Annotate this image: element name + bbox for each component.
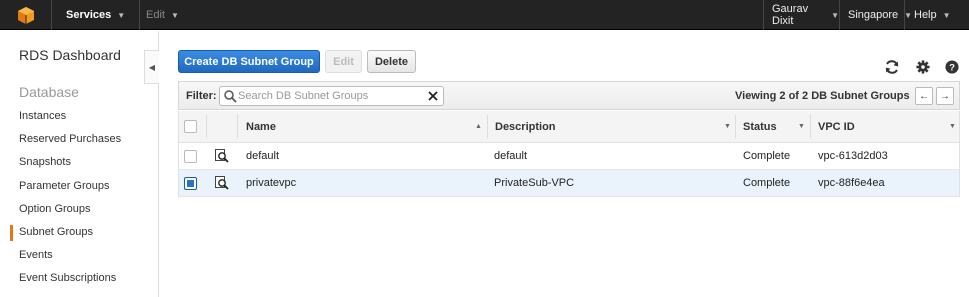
- filter-label: Filter:: [186, 90, 217, 102]
- row-checkbox[interactable]: [184, 176, 197, 190]
- user-label: Gaurav Dixit: [772, 3, 809, 27]
- search-icon: [224, 90, 237, 103]
- sidebar-section-heading: Database: [19, 84, 79, 100]
- sidebar-collapse-toggle[interactable]: ◀: [144, 50, 159, 84]
- column-divider: [237, 115, 238, 138]
- column-divider: [810, 115, 811, 138]
- user-menu[interactable]: Gaurav Dixit ▼: [763, 0, 839, 30]
- cell-description: PrivateSub-VPC: [494, 177, 575, 189]
- help-label: Help: [914, 9, 937, 21]
- region-label: Singapore: [848, 9, 899, 21]
- sidebar-item-event-subscriptions[interactable]: Event Subscriptions: [0, 267, 159, 290]
- cell-status: Complete: [743, 177, 791, 189]
- row-checkbox-cell: [184, 170, 197, 196]
- column-divider: [206, 115, 207, 138]
- sidebar-item-reserved-purchases[interactable]: Reserved Purchases: [0, 128, 159, 151]
- chevron-down-icon[interactable]: ▼: [949, 123, 956, 130]
- cell-status: Complete: [743, 150, 791, 162]
- chevron-down-icon: ▼: [117, 10, 126, 20]
- arrow-right-icon: →: [940, 90, 950, 102]
- services-label: Services: [66, 9, 112, 21]
- edit-menu-label: Edit: [146, 9, 165, 21]
- close-icon[interactable]: [426, 89, 440, 103]
- sidebar-items: Instances Reserved Purchases Snapshots P…: [0, 105, 159, 291]
- next-page-button[interactable]: →: [936, 87, 954, 105]
- sidebar-item-events[interactable]: Events: [0, 244, 159, 267]
- delete-button[interactable]: Delete: [367, 50, 416, 73]
- cell-vpc-id: vpc-88f6e4ea: [818, 177, 885, 189]
- services-menu[interactable]: Services ▼: [52, 0, 140, 30]
- sidebar: RDS Dashboard Database Instances Reserve…: [0, 31, 159, 297]
- table-header: Name ▲ Description ▼ Status ▼ VPC ID ▼: [178, 111, 960, 143]
- sidebar-item-parameter-groups[interactable]: Parameter Groups: [0, 175, 159, 198]
- magnifier-details-icon[interactable]: [215, 176, 229, 190]
- cell-description: default: [494, 150, 528, 162]
- search-box: [219, 86, 444, 106]
- previous-page-button[interactable]: ←: [915, 87, 933, 105]
- chevron-left-icon: ◀: [148, 62, 156, 72]
- refresh-icon[interactable]: [884, 59, 900, 75]
- edit-menu[interactable]: Edit ▼: [140, 0, 179, 30]
- column-divider: [487, 115, 488, 138]
- cell-name: default: [246, 150, 280, 162]
- sidebar-item-instances[interactable]: Instances: [0, 105, 159, 128]
- column-header-vpc-id[interactable]: VPC ID: [818, 111, 855, 142]
- chevron-down-icon: ▼: [831, 10, 839, 20]
- aws-cube-icon: [17, 7, 34, 24]
- row-checkbox[interactable]: [184, 149, 197, 163]
- help-menu[interactable]: Help ▼: [904, 0, 969, 30]
- chevron-down-icon: ▼: [170, 10, 179, 20]
- row-details-cell: [215, 170, 229, 196]
- sidebar-item-subnet-groups[interactable]: Subnet Groups: [0, 221, 159, 244]
- help-icon[interactable]: ?: [944, 59, 960, 75]
- gear-icon[interactable]: [915, 59, 931, 75]
- magnifier-details-icon[interactable]: [215, 149, 229, 163]
- viewing-count-text: Viewing 2 of 2 DB Subnet Groups: [735, 90, 910, 102]
- aws-logo[interactable]: [0, 0, 52, 30]
- column-header-status[interactable]: Status: [743, 111, 777, 142]
- create-db-subnet-group-button[interactable]: Create DB Subnet Group: [178, 50, 320, 73]
- sidebar-item-snapshots[interactable]: Snapshots: [0, 151, 159, 174]
- row-checkbox-cell: [184, 143, 197, 169]
- sort-ascending-icon[interactable]: ▲: [475, 123, 482, 130]
- arrow-left-icon: ←: [919, 90, 929, 102]
- table-row[interactable]: privatevpc PrivateSub-VPC Complete vpc-8…: [178, 170, 960, 197]
- cell-vpc-id: vpc-613d2d03: [818, 150, 888, 162]
- edit-button[interactable]: Edit: [325, 50, 362, 73]
- chevron-down-icon[interactable]: ▼: [724, 123, 731, 130]
- select-all-checkbox[interactable]: [184, 120, 197, 133]
- top-navigation-bar: Services ▼ Edit ▼ Gaurav Dixit ▼ Singapo…: [0, 0, 969, 30]
- chevron-down-icon: ▼: [942, 10, 951, 20]
- search-input[interactable]: [238, 89, 418, 103]
- column-header-description[interactable]: Description: [495, 111, 556, 142]
- filter-bar: Filter: Viewing 2 of 2 DB Subnet Groups …: [178, 81, 960, 110]
- chevron-down-icon[interactable]: ▼: [798, 123, 805, 130]
- row-details-cell: [215, 143, 229, 169]
- sidebar-dashboard-link[interactable]: RDS Dashboard: [19, 47, 121, 63]
- subnet-groups-table: Name ▲ Description ▼ Status ▼ VPC ID ▼ d…: [178, 111, 960, 197]
- cell-name: privatevpc: [246, 177, 297, 189]
- column-header-name[interactable]: Name: [246, 111, 276, 142]
- svg-text:?: ?: [949, 63, 955, 74]
- select-all-checkbox-cell: [184, 111, 197, 142]
- table-row[interactable]: default default Complete vpc-613d2d03: [178, 143, 960, 170]
- sidebar-item-option-groups[interactable]: Option Groups: [0, 198, 159, 221]
- column-divider: [735, 115, 736, 138]
- region-menu[interactable]: Singapore ▼: [839, 0, 912, 30]
